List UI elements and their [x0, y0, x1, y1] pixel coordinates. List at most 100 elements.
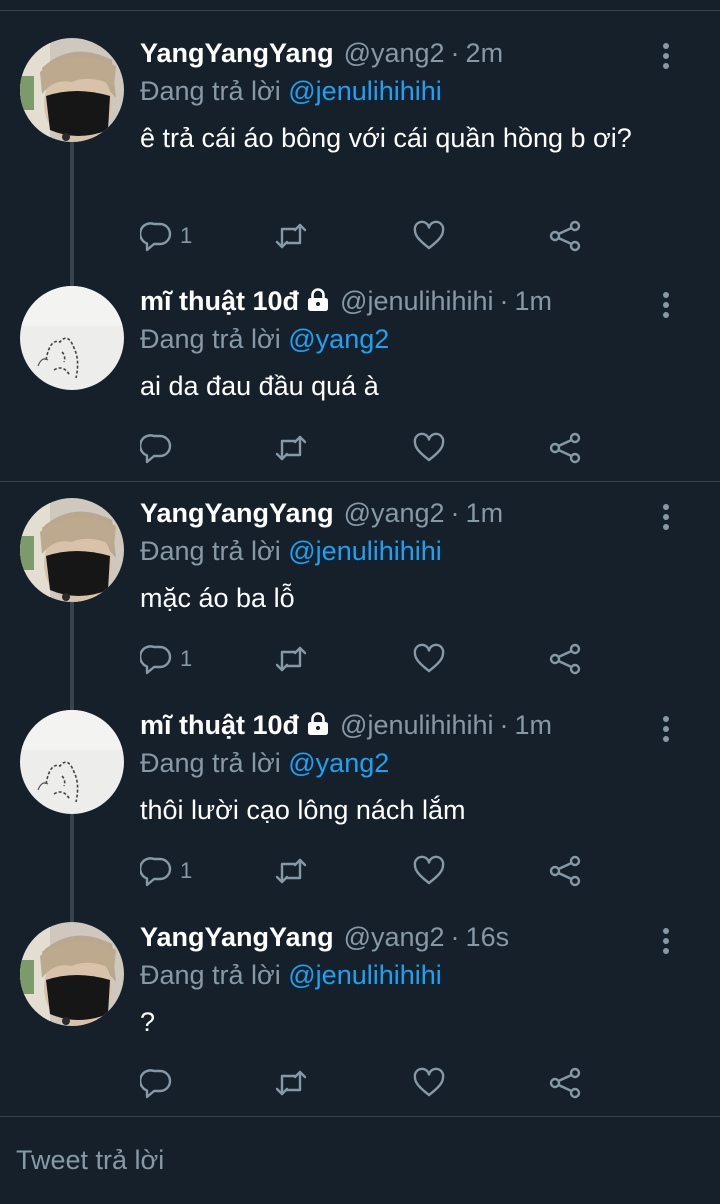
thread-line: [70, 602, 74, 710]
replying-to: Đang trả lời @jenulihihihi: [140, 76, 442, 107]
share-button[interactable]: [548, 430, 582, 466]
share-icon: [549, 643, 581, 675]
avatar[interactable]: [20, 286, 124, 390]
more-options-icon[interactable]: [656, 502, 676, 532]
replying-prefix: Đang trả lời: [140, 536, 289, 566]
share-button[interactable]: [548, 853, 582, 889]
avatar-photo-masked: [20, 922, 124, 1026]
replying-to: Đang trả lời @jenulihihihi: [140, 536, 442, 567]
timestamp[interactable]: 1m: [515, 710, 553, 741]
heart-icon: [413, 1067, 445, 1097]
reply-icon: [140, 645, 172, 675]
share-icon: [549, 432, 581, 464]
reply-button[interactable]: 1: [140, 641, 192, 677]
separator-dot: ·: [499, 710, 509, 740]
mention-link[interactable]: @jenulihihihi: [288, 960, 442, 990]
avatar-photo-sketch: [20, 286, 124, 390]
replying-prefix: Đang trả lời: [140, 748, 289, 778]
display-name[interactable]: YangYangYang: [140, 38, 334, 69]
retweet-icon: [275, 858, 307, 884]
avatar[interactable]: [20, 38, 124, 142]
retweet-icon: [275, 646, 307, 672]
tweet-actions: [140, 1065, 600, 1101]
reply-button[interactable]: 1: [140, 218, 192, 254]
avatar-photo-sketch: [20, 710, 124, 814]
reply-icon: [140, 434, 172, 464]
retweet-button[interactable]: [274, 1065, 308, 1101]
replying-to: Đang trả lời @jenulihihihi: [140, 960, 442, 991]
tweet-actions: 1: [140, 641, 600, 677]
replying-prefix: Đang trả lời: [140, 324, 289, 354]
display-name[interactable]: YangYangYang: [140, 498, 334, 529]
mention-link[interactable]: @yang2: [288, 324, 389, 354]
like-button[interactable]: [412, 218, 446, 254]
retweet-icon: [275, 435, 307, 461]
more-options-icon[interactable]: [656, 714, 676, 744]
share-button[interactable]: [548, 1065, 582, 1101]
share-icon: [549, 1067, 581, 1099]
tweet-header: YangYangYang @yang2 · 2m: [140, 38, 503, 74]
heart-icon: [413, 855, 445, 885]
mention-link[interactable]: @yang2: [288, 748, 389, 778]
separator-dot: ·: [499, 286, 509, 316]
timestamp[interactable]: 1m: [515, 286, 553, 317]
replying-prefix: Đang trả lời: [140, 960, 289, 990]
mention-link[interactable]: @jenulihihihi: [288, 536, 442, 566]
timestamp[interactable]: 2m: [466, 38, 504, 69]
avatar[interactable]: [20, 710, 124, 814]
retweet-button[interactable]: [274, 853, 308, 889]
tweet-header: mĩ thuật 10đ @jenulihihihi · 1m: [140, 710, 552, 746]
more-options-icon[interactable]: [656, 41, 676, 71]
thread-divider: [0, 481, 720, 482]
like-button[interactable]: [412, 430, 446, 466]
share-button[interactable]: [548, 218, 582, 254]
separator-dot: ·: [450, 922, 460, 952]
timestamp[interactable]: 16s: [466, 922, 510, 953]
share-icon: [549, 220, 581, 252]
reply-button[interactable]: [140, 430, 180, 466]
timestamp[interactable]: 1m: [466, 498, 504, 529]
display-name[interactable]: mĩ thuật 10đ: [140, 710, 299, 741]
reply-icon: [140, 222, 172, 252]
reply-button[interactable]: 1: [140, 853, 192, 889]
avatar-photo-masked: [20, 498, 124, 602]
more-options-icon[interactable]: [656, 926, 676, 956]
lock-icon: [308, 288, 329, 311]
avatar[interactable]: [20, 498, 124, 602]
heart-icon: [413, 220, 445, 250]
like-button[interactable]: [412, 853, 446, 889]
like-button[interactable]: [412, 1065, 446, 1101]
tweet-actions: 1: [140, 218, 600, 254]
thread-line: [70, 814, 74, 922]
display-name[interactable]: mĩ thuật 10đ: [140, 286, 299, 317]
mention-link[interactable]: @jenulihihihi: [288, 76, 442, 106]
heart-icon: [413, 643, 445, 673]
display-name[interactable]: YangYangYang: [140, 922, 334, 953]
heart-icon: [413, 432, 445, 462]
more-options-icon[interactable]: [656, 290, 676, 320]
replying-to: Đang trả lời @yang2: [140, 324, 389, 355]
user-handle[interactable]: @yang2: [344, 498, 445, 529]
reply-button[interactable]: [140, 1065, 180, 1101]
user-handle[interactable]: @yang2: [344, 922, 445, 953]
retweet-button[interactable]: [274, 218, 308, 254]
retweet-icon: [275, 223, 307, 249]
user-handle[interactable]: @jenulihihihi: [340, 710, 494, 741]
tweet-text: ai da đau đầu quá à: [140, 371, 379, 401]
reply-count: 1: [180, 223, 193, 248]
top-divider: [0, 10, 720, 11]
tweet-header: YangYangYang @yang2 · 16s: [140, 922, 509, 958]
reply-tweet-input[interactable]: [0, 1117, 720, 1204]
user-handle[interactable]: @yang2: [344, 38, 445, 69]
share-button[interactable]: [548, 641, 582, 677]
avatar-photo-masked: [20, 38, 124, 142]
retweet-button[interactable]: [274, 641, 308, 677]
thread-line: [70, 140, 74, 286]
like-button[interactable]: [412, 641, 446, 677]
tweet-text: mặc áo ba lỗ: [140, 583, 295, 613]
retweet-button[interactable]: [274, 430, 308, 466]
reply-icon: [140, 1069, 172, 1099]
avatar[interactable]: [20, 922, 124, 1026]
user-handle[interactable]: @jenulihihihi: [340, 286, 494, 317]
tweet-actions: [140, 430, 600, 466]
